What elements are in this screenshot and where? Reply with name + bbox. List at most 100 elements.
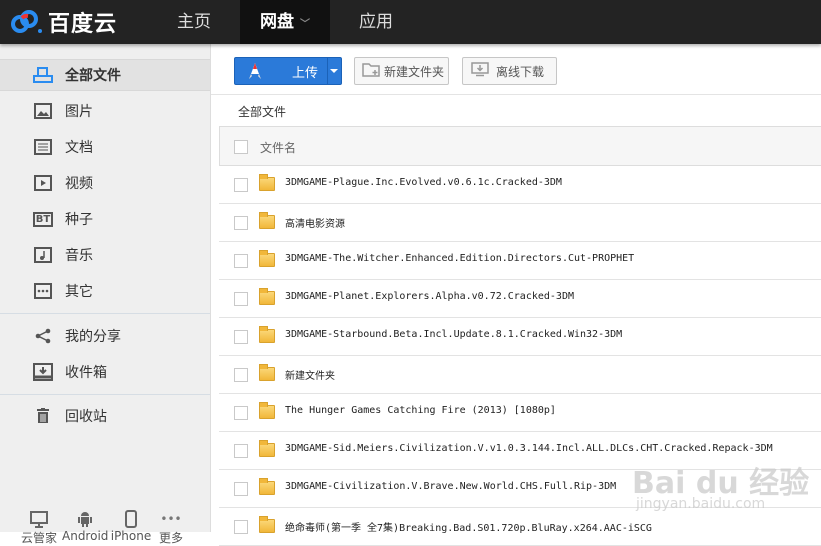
row-checkbox[interactable] [234, 292, 248, 306]
sidebar-item-docs[interactable]: 文档 [0, 131, 210, 163]
upload-dropdown-toggle[interactable] [326, 58, 341, 84]
nav-netdisk[interactable]: 网盘 ﹀ [240, 0, 330, 44]
offline-download-button[interactable]: 离线下载 [462, 57, 557, 85]
row-checkbox[interactable] [234, 216, 248, 230]
sidebar: 全部文件 图片 文档 视频 BT 种子 音乐 其它 我的分享 收件箱 回收站 云管… [0, 44, 211, 545]
new-folder-button[interactable]: 新建文件夹 [354, 57, 449, 85]
table-header: 文件名 [219, 126, 821, 166]
folder-icon [259, 364, 275, 381]
table-row[interactable]: 高清电影资源 [219, 204, 821, 242]
sidebar-item-label: 收件箱 [65, 365, 107, 381]
file-name[interactable]: 3DMGAME-Plague.Inc.Evolved.v0.6.1c.Crack… [285, 177, 562, 188]
file-name[interactable]: 高清电影资源 [285, 215, 345, 230]
folder-icon [259, 326, 275, 343]
client-iphone[interactable]: iPhone [110, 509, 152, 543]
folder-icon [259, 174, 275, 191]
document-icon [33, 137, 53, 157]
sidebar-item-label: 文档 [65, 140, 93, 156]
music-icon [33, 245, 53, 265]
inbox-icon [33, 362, 53, 382]
nav-netdisk-label: 网盘 [260, 12, 295, 32]
file-name[interactable]: 3DMGAME-Civilization.V.Brave.New.World.C… [285, 481, 616, 492]
folder-icon [259, 440, 275, 457]
client-android[interactable]: Android [62, 509, 108, 543]
video-icon [33, 173, 53, 193]
trash-icon [33, 406, 53, 426]
table-row[interactable]: 3DMGAME-Planet.Explorers.Alpha.v0.72.Cra… [219, 280, 821, 318]
top-bar: 百度云 主页 网盘 ﹀ 应用 [0, 0, 821, 44]
table-row[interactable]: 新建文件夹 [219, 356, 821, 394]
all-files-icon [33, 65, 53, 85]
desktop-icon [20, 509, 58, 529]
caret-down-icon [330, 69, 339, 73]
sidebar-item-label: 种子 [65, 212, 93, 228]
folder-icon [259, 516, 275, 533]
client-more[interactable]: ••• 更多 [156, 509, 186, 546]
share-icon [33, 326, 53, 346]
phone-icon [110, 509, 152, 529]
bt-icon: BT [32, 209, 54, 229]
table-row[interactable]: 绝命毒师(第一季 全7集)Breaking.Bad.S01.720p.BluRa… [219, 508, 821, 546]
file-name[interactable]: 3DMGAME-Planet.Explorers.Alpha.v0.72.Cra… [285, 291, 574, 302]
sidebar-item-label: 其它 [65, 284, 93, 300]
client-label: Android [62, 529, 109, 543]
new-folder-label: 新建文件夹 [384, 64, 445, 79]
rocket-icon [248, 62, 262, 80]
sidebar-item-inbox[interactable]: 收件箱 [0, 356, 210, 388]
row-checkbox[interactable] [234, 368, 248, 382]
sidebar-item-label: 全部文件 [65, 68, 121, 84]
table-row[interactable]: The Hunger Games Catching Fire (2013) [1… [219, 394, 821, 432]
row-checkbox[interactable] [234, 406, 248, 420]
client-desktop[interactable]: 云管家 [20, 509, 58, 546]
row-checkbox[interactable] [234, 330, 248, 344]
divider [0, 394, 210, 395]
file-name[interactable]: 新建文件夹 [285, 367, 335, 382]
table-row[interactable]: 3DMGAME-Plague.Inc.Evolved.v0.6.1c.Crack… [219, 166, 821, 204]
row-checkbox[interactable] [234, 178, 248, 192]
table-row[interactable]: 3DMGAME-Starbound.Beta.Incl.Update.8.1.C… [219, 318, 821, 356]
sidebar-item-share[interactable]: 我的分享 [0, 320, 210, 352]
toolbar-divider [211, 94, 821, 95]
sidebar-item-torrents[interactable]: BT 种子 [0, 203, 210, 235]
ellipsis-icon: ••• [160, 512, 182, 526]
sidebar-item-images[interactable]: 图片 [0, 95, 210, 127]
baidu-cloud-logo-icon [11, 10, 42, 33]
logo-text: 百度云 [48, 12, 118, 37]
row-checkbox[interactable] [234, 254, 248, 268]
row-checkbox[interactable] [234, 482, 248, 496]
nav-home[interactable]: 主页 [150, 0, 238, 44]
sidebar-item-videos[interactable]: 视频 [0, 167, 210, 199]
file-name[interactable]: 3DMGAME-Sid.Meiers.Civilization.V.v1.0.3… [285, 443, 773, 454]
sidebar-item-label: 视频 [65, 176, 93, 192]
upload-label: 上传 [292, 65, 319, 81]
logo[interactable]: 百度云 [10, 6, 117, 38]
chevron-down-icon: ﹀ [299, 19, 310, 30]
folder-icon [259, 212, 275, 229]
new-folder-icon [362, 62, 380, 80]
breadcrumb[interactable]: 全部文件 [238, 103, 286, 120]
column-filename[interactable]: 文件名 [260, 139, 296, 156]
sidebar-item-all-files[interactable]: 全部文件 [0, 59, 210, 91]
sidebar-item-trash[interactable]: 回收站 [0, 400, 210, 432]
select-all-checkbox[interactable] [234, 140, 248, 154]
nav-apps[interactable]: 应用 [330, 0, 422, 44]
watermark-url: jingyan.baidu.com [636, 496, 766, 512]
sidebar-item-music[interactable]: 音乐 [0, 239, 210, 271]
sidebar-item-label: 回收站 [65, 409, 107, 425]
client-label: iPhone [110, 529, 152, 543]
file-name[interactable]: 3DMGAME-The.Witcher.Enhanced.Edition.Dir… [285, 253, 634, 264]
android-icon [62, 509, 108, 529]
row-checkbox[interactable] [234, 444, 248, 458]
file-name[interactable]: The Hunger Games Catching Fire (2013) [1… [285, 405, 556, 416]
more-icon [33, 281, 53, 301]
upload-button[interactable]: 上传 [234, 57, 342, 85]
image-icon [33, 101, 53, 121]
sidebar-item-label: 音乐 [65, 248, 93, 264]
sidebar-item-other[interactable]: 其它 [0, 275, 210, 307]
file-name[interactable]: 3DMGAME-Starbound.Beta.Incl.Update.8.1.C… [285, 329, 622, 340]
folder-icon [259, 402, 275, 419]
offline-download-label: 离线下载 [496, 64, 545, 79]
sidebar-item-label: 图片 [65, 104, 93, 120]
folder-icon [259, 288, 275, 305]
table-row[interactable]: 3DMGAME-The.Witcher.Enhanced.Edition.Dir… [219, 242, 821, 280]
